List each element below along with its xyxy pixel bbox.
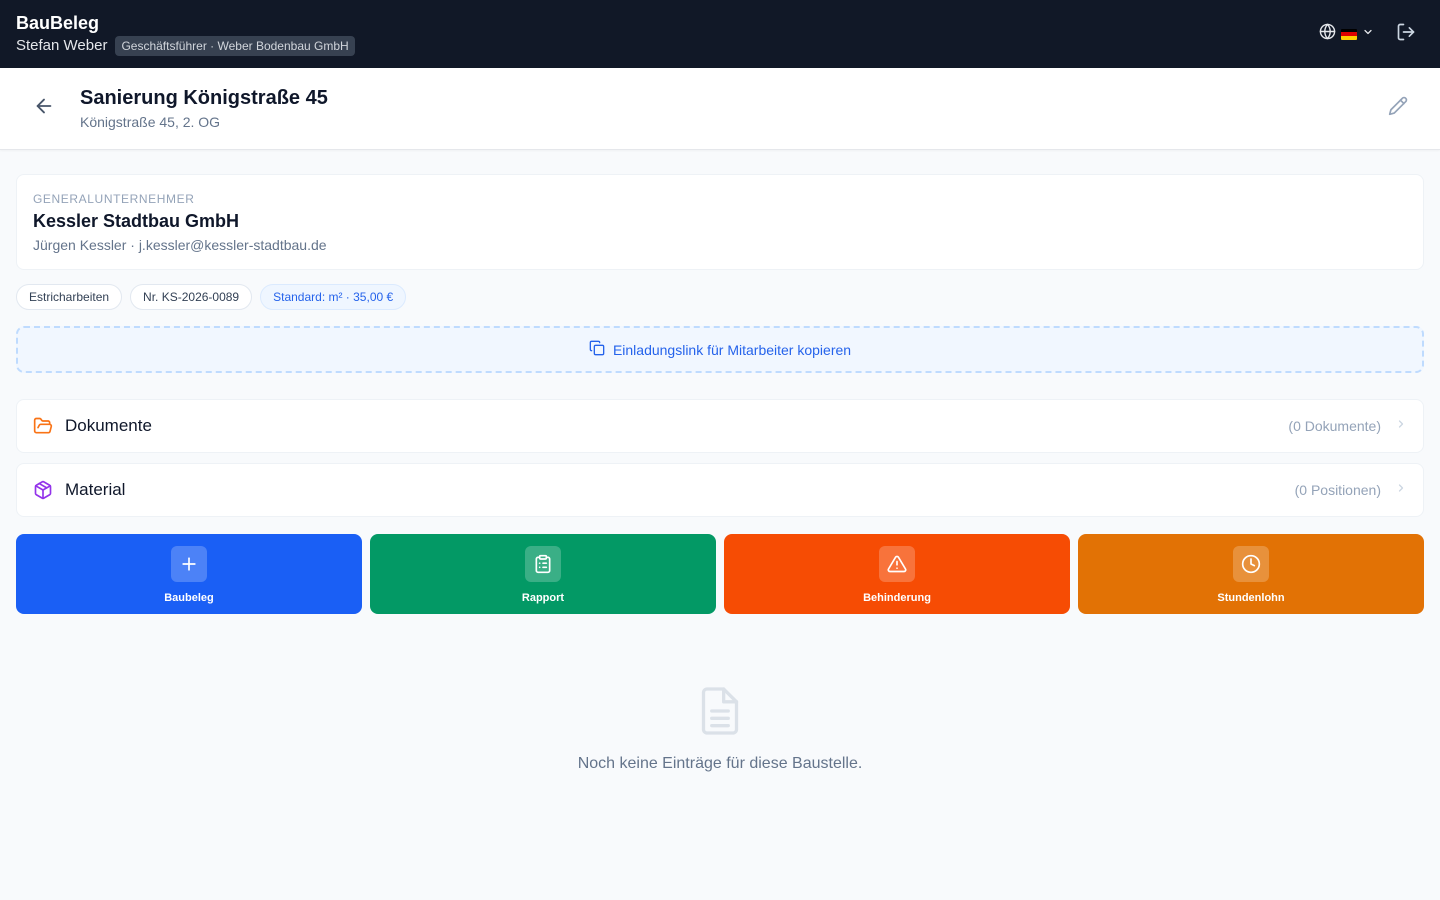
top-bar: BauBeleg Stefan Weber Geschäftsführer · … [0, 0, 1440, 68]
documents-row[interactable]: Dokumente (0 Dokumente) [16, 399, 1424, 453]
documents-count: (0 Dokumente) [1288, 418, 1381, 434]
user-name: Stefan Weber [16, 37, 108, 54]
general-contractor-name: Kessler Stadtbau GmbH [33, 211, 240, 231]
behinderung-button[interactable]: Behinderung [724, 534, 1070, 614]
stundenlohn-button[interactable]: Stundenlohn [1078, 534, 1424, 614]
material-title: Material [65, 480, 126, 499]
page-header: Sanierung Königstraße 45 Königstraße 45,… [0, 68, 1440, 150]
copy-icon [589, 340, 605, 359]
chevron-down-icon [1362, 25, 1374, 43]
clock-icon [1233, 546, 1269, 582]
document-icon [698, 686, 742, 741]
chevron-right-icon [1395, 481, 1407, 499]
copy-invite-link-label: Einladungslink für Mitarbeiter kopieren [612, 341, 852, 358]
project-address: Königstraße 45, 2. OG [80, 114, 221, 130]
material-row[interactable]: Material (0 Positionen) [16, 463, 1424, 517]
globe-icon [1319, 23, 1336, 45]
top-actions [1319, 22, 1424, 47]
empty-state: Noch keine Einträge für diese Baustelle. [16, 686, 1424, 773]
folder-icon [33, 416, 53, 436]
empty-state-text: Noch keine Einträge für diese Baustelle. [577, 755, 863, 772]
warning-icon [879, 546, 915, 582]
language-switcher[interactable] [1319, 23, 1374, 45]
user-row: Stefan Weber Geschäftsführer · Weber Bod… [16, 36, 355, 56]
tag-standard-rate: Standard: m² · 35,00 € [260, 284, 407, 310]
clipboard-icon [525, 546, 561, 582]
copy-invite-link-button[interactable]: Einladungslink für Mitarbeiter kopieren [16, 326, 1424, 373]
main-content: GENERALUNTERNEHMER Kessler Stadtbau GmbH… [0, 150, 1440, 773]
plus-icon [171, 546, 207, 582]
general-contractor-card: GENERALUNTERNEHMER Kessler Stadtbau GmbH… [16, 174, 1424, 270]
logout-icon [1396, 22, 1416, 47]
brand-block: BauBeleg Stefan Weber Geschäftsführer · … [16, 12, 355, 56]
general-contractor-label: GENERALUNTERNEHMER [33, 192, 195, 206]
edit-button[interactable] [1384, 95, 1412, 123]
chevron-right-icon [1395, 417, 1407, 435]
stundenlohn-label: Stundenlohn [1217, 592, 1285, 604]
role-badge: Geschäftsführer · Weber Bodenbau GmbH [115, 36, 355, 56]
back-button[interactable] [30, 95, 58, 123]
pencil-icon [1388, 96, 1408, 121]
rapport-button[interactable]: Rapport [370, 534, 716, 614]
baubeleg-button[interactable]: Baubeleg [16, 534, 362, 614]
behinderung-label: Behinderung [863, 592, 931, 604]
page-title: Sanierung Königstraße 45 [80, 87, 328, 109]
material-count: (0 Positionen) [1294, 482, 1381, 498]
header-text: Sanierung Königstraße 45 Königstraße 45,… [80, 85, 1384, 132]
documents-title: Dokumente [65, 416, 152, 435]
arrow-left-icon [33, 95, 55, 122]
app-title: BauBeleg [16, 13, 100, 33]
tag-order-number: Nr. KS-2026-0089 [130, 284, 253, 310]
quick-actions: Baubeleg Rapport Behinderung Stundenlohn [16, 534, 1424, 614]
package-icon [33, 480, 53, 500]
tag-trade: Estricharbeiten [16, 284, 123, 310]
flag-de-icon [1341, 28, 1357, 40]
logout-button[interactable] [1396, 22, 1416, 47]
general-contractor-contact: Jürgen Kessler · j.kessler@kessler-stadt… [33, 237, 327, 253]
baubeleg-label: Baubeleg [164, 592, 214, 604]
tag-list: Estricharbeiten Nr. KS-2026-0089 Standar… [16, 284, 1424, 310]
rapport-label: Rapport [521, 592, 565, 604]
